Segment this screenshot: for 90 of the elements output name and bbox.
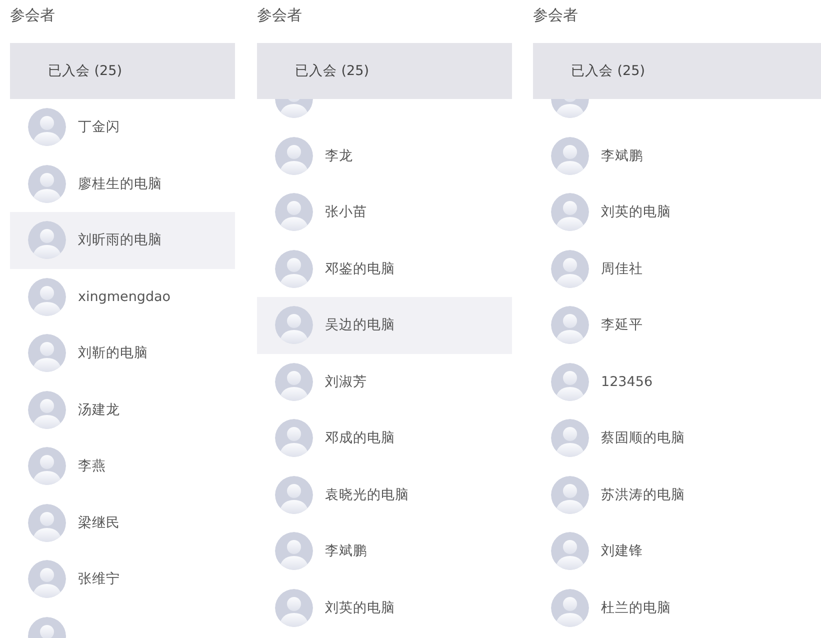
- participant-name: 123456: [601, 374, 653, 390]
- participant-name: 张小苗: [325, 203, 367, 222]
- avatar-icon: [28, 560, 66, 598]
- avatar-icon: [275, 250, 313, 288]
- avatar-icon: [551, 419, 589, 458]
- group-header[interactable]: 已入会 (25): [257, 43, 512, 99]
- panel-title: 参会者: [257, 5, 302, 26]
- avatar-icon: [551, 250, 589, 288]
- avatar-icon: [551, 136, 589, 175]
- participant-name: 刘昕雨的电脑: [78, 231, 162, 250]
- avatar-icon: [28, 278, 66, 316]
- participant-row[interactable]: 李延平: [533, 297, 821, 354]
- participant-name: 李斌鹏: [601, 146, 643, 165]
- avatar-icon: [551, 193, 589, 232]
- participant-row[interactable]: 杜兰的电脑: [533, 580, 821, 636]
- participant-name: xingmengdao: [78, 288, 171, 305]
- participant-row[interactable]: 李斌鹏: [533, 128, 821, 184]
- participant-row[interactable]: 苏洪涛的电脑: [533, 466, 821, 523]
- avatar-icon: [275, 419, 313, 458]
- participant-name: 刘英的电脑: [601, 203, 671, 222]
- participant-name: 李燕: [78, 457, 106, 476]
- avatar-icon: [28, 221, 66, 260]
- avatar-icon: [275, 476, 313, 514]
- participant-row[interactable]: 刘昕雨的电脑: [10, 212, 235, 268]
- participant-row[interactable]: 张维宁: [10, 551, 235, 608]
- participant-row[interactable]: 蔡固顺的电脑: [533, 410, 821, 466]
- participant-row[interactable]: 刘英的电脑: [533, 184, 821, 240]
- panel-title: 参会者: [10, 5, 55, 26]
- group-label: 已入会 (25): [295, 62, 370, 80]
- avatar-icon: [28, 390, 66, 429]
- participant-name: 李斌鹏: [325, 542, 367, 560]
- avatar-icon: [275, 193, 313, 232]
- avatar-icon: [28, 447, 66, 486]
- participant-row[interactable]: 廖桂生的电脑: [10, 156, 235, 212]
- participant-row[interactable]: 刘建锋: [533, 523, 821, 580]
- group-header[interactable]: 已入会 (25): [533, 43, 821, 99]
- participant-row[interactable]: 汤建龙: [10, 382, 235, 438]
- participant-name: 刘淑芳: [325, 372, 367, 391]
- participant-row[interactable]: 刘淑芳: [257, 354, 512, 410]
- group-label: 已入会 (25): [571, 62, 646, 80]
- participant-row[interactable]: 邓成的电脑: [257, 410, 512, 466]
- participant-name: 李龙: [325, 146, 353, 165]
- participant-name: 周佳社: [601, 260, 643, 278]
- participant-name: 汤建龙: [78, 400, 120, 419]
- participant-row[interactable]: 吴边的电脑: [257, 297, 512, 354]
- participant-name: 梁继民: [78, 514, 120, 532]
- participant-row[interactable]: 袁晓光的电脑: [257, 466, 512, 523]
- participant-name: 邓鉴的电脑: [325, 260, 395, 278]
- participant-name: 邓成的电脑: [325, 429, 395, 448]
- avatar-icon: [28, 108, 66, 146]
- participant-name: 李延平: [601, 316, 643, 334]
- participant-row[interactable]: 李斌鹏: [257, 523, 512, 580]
- avatar-icon: [551, 306, 589, 344]
- participant-name: 蔡固顺的电脑: [601, 429, 685, 448]
- avatar-icon: [28, 334, 66, 372]
- avatar-icon: [28, 504, 66, 542]
- participant-name: 丁金闪: [78, 118, 120, 136]
- avatar-icon: [275, 136, 313, 175]
- participant-row[interactable]: 李燕: [10, 438, 235, 494]
- participant-row[interactable]: 周佳社: [533, 240, 821, 297]
- participant-name: 杜兰的电脑: [601, 598, 671, 617]
- avatar-icon: [551, 588, 589, 627]
- participant-row[interactable]: xingmengdao: [10, 268, 235, 325]
- participant-name: 袁晓光的电脑: [325, 486, 409, 504]
- avatar-icon: [275, 362, 313, 401]
- avatar-icon: [28, 164, 66, 203]
- participant-name: 刘英的电脑: [325, 598, 395, 617]
- avatar-icon: [551, 476, 589, 514]
- avatar-icon: [275, 532, 313, 570]
- participant-row[interactable]: 梁继民: [10, 494, 235, 551]
- avatar-icon: [551, 532, 589, 570]
- participant-name: 苏洪涛的电脑: [601, 486, 685, 504]
- panel-title: 参会者: [533, 5, 578, 26]
- avatar-icon: [275, 306, 313, 344]
- participant-row[interactable]: 张小苗: [257, 184, 512, 240]
- participant-row[interactable]: 123456: [533, 354, 821, 410]
- participant-name: 张维宁: [78, 570, 120, 588]
- participant-row[interactable]: 刘英的电脑: [257, 580, 512, 636]
- avatar-icon: [551, 362, 589, 401]
- participant-name: 刘靳的电脑: [78, 344, 148, 362]
- participant-row[interactable]: 邓鉴的电脑: [257, 240, 512, 297]
- participant-row[interactable]: 李龙: [257, 128, 512, 184]
- participant-row[interactable]: 刘靳的电脑: [10, 325, 235, 382]
- group-header[interactable]: 已入会 (25): [10, 43, 235, 99]
- participant-name: 吴边的电脑: [325, 316, 395, 334]
- participant-row[interactable]: 丁金闪: [10, 99, 235, 156]
- participant-name: 廖桂生的电脑: [78, 174, 162, 193]
- group-label: 已入会 (25): [48, 62, 122, 80]
- avatar-icon: [275, 588, 313, 627]
- participant-name: 刘建锋: [601, 542, 643, 560]
